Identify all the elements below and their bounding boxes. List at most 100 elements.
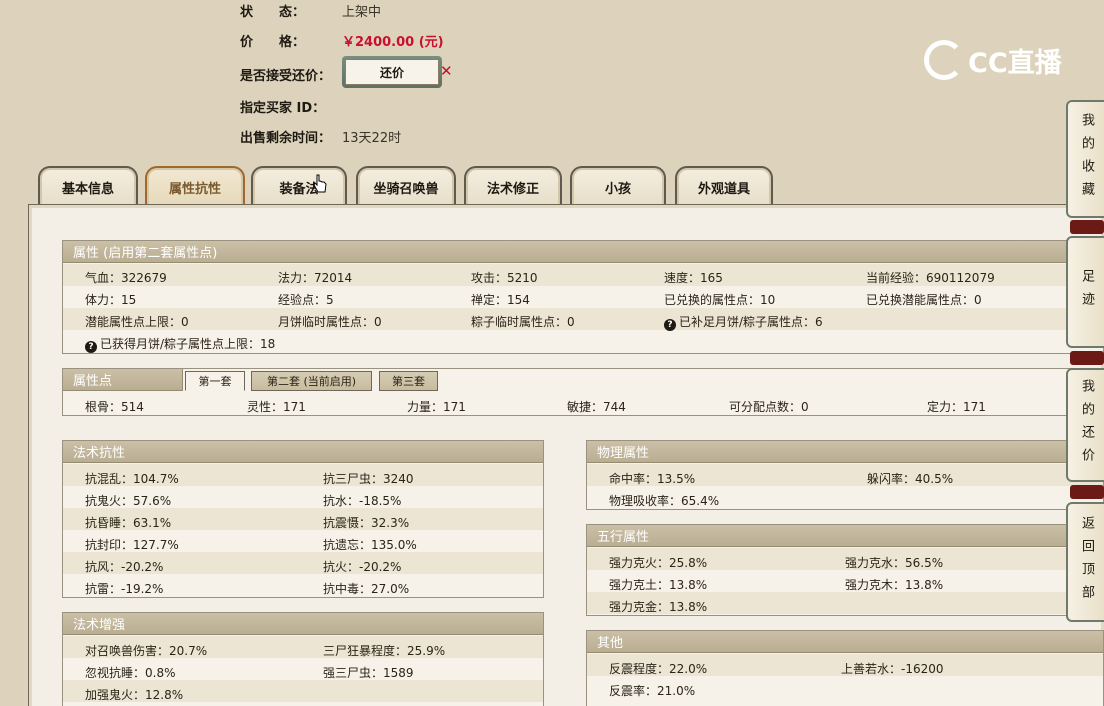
section-title: 五行属性 xyxy=(587,525,1103,547)
stat-stamina: 体力：15 xyxy=(85,293,137,307)
resist-cell: 抗混乱：104.7% xyxy=(85,472,179,486)
stat-potential-cap: 潜能属性点上限：0 xyxy=(85,315,189,329)
point-strength: 力量：171 xyxy=(407,400,466,414)
footprints-button[interactable]: 足迹 xyxy=(1066,236,1104,348)
question-icon[interactable]: ? xyxy=(85,341,97,353)
status-label: 状 态： xyxy=(240,5,306,20)
logo-text: CC直播 xyxy=(968,47,1062,79)
price-value: ￥2400.00 (元) xyxy=(342,35,444,50)
enhance-cell: 加强鬼火：12.8% xyxy=(85,688,184,702)
resist-cell: 抗雷：-19.2% xyxy=(85,582,164,596)
stat-attack: 攻击：5210 xyxy=(471,271,538,285)
my-bargains-button[interactable]: 我的还价 xyxy=(1066,368,1104,482)
stat-supplemented: ? 已补足月饼/粽子属性点：6 xyxy=(664,313,823,331)
tab-label: 外观道具 xyxy=(697,181,750,197)
element-cell: 强力克木：13.8% xyxy=(845,578,944,592)
physical-cell: 命中率：13.5% xyxy=(609,472,696,486)
back-to-top-button[interactable]: 返回顶部 xyxy=(1066,502,1104,622)
point-constitution: 根骨：514 xyxy=(85,400,144,414)
stat-speed: 速度：165 xyxy=(664,271,723,285)
stat-zen: 禅定：154 xyxy=(471,293,530,307)
accept-bargain-label: 是否接受还价： xyxy=(240,69,332,84)
stat-mp: 法力：72014 xyxy=(278,271,353,285)
tab-appearance-items[interactable]: 外观道具 xyxy=(675,166,773,206)
resist-cell: 抗三尸虫：3240 xyxy=(323,472,414,486)
price-label: 价 格： xyxy=(240,35,306,50)
bargain-button[interactable]: 还价 xyxy=(342,56,442,88)
resist-cell: 抗中毒：27.0% xyxy=(323,582,410,596)
subtab-set-1[interactable]: 第一套 xyxy=(185,371,245,391)
point-unassigned: 可分配点数：0 xyxy=(729,400,809,414)
status-value: 上架中 xyxy=(342,5,382,20)
point-agility: 敏捷：744 xyxy=(567,400,626,414)
tab-label: 坐骑召唤兽 xyxy=(373,181,439,197)
tab-attributes-resist[interactable]: 属性抗性 xyxy=(145,166,245,206)
stat-exp: 当前经验：690112079 xyxy=(866,271,995,285)
tab-children[interactable]: 小孩 xyxy=(570,166,666,206)
stat-exp-points: 经验点：5 xyxy=(278,293,334,307)
other-cell: 反震率：21.0% xyxy=(609,684,696,698)
close-icon[interactable]: ✕ xyxy=(440,62,453,80)
other-cell: 反震程度：22.0% xyxy=(609,662,708,676)
side-divider xyxy=(1070,220,1104,234)
section-title: 物理属性 xyxy=(587,441,1103,463)
tab-equipment[interactable]: 装备法 xyxy=(251,166,347,206)
physical-section: 物理属性 命中率：13.5% 躲闪率：40.5% 物理吸收率：65.4% xyxy=(586,440,1104,510)
other-cell: 上善若水：-16200 xyxy=(841,662,944,676)
tab-spell-correction[interactable]: 法术修正 xyxy=(464,166,562,206)
stat-hp: 气血：322679 xyxy=(85,271,167,285)
subtab-set-2[interactable]: 第二套 (当前启用) xyxy=(251,371,372,391)
hand-cursor-icon xyxy=(313,174,327,193)
remaining-time-label: 出售剩余时间： xyxy=(240,131,332,146)
section-title: 属性点 xyxy=(63,369,183,391)
attribute-points-section: 属性点 第一套 第二套 (当前启用) 第三套 根骨：514 灵性：171 力量：… xyxy=(62,368,1104,416)
resist-cell: 抗火：-20.2% xyxy=(323,560,402,574)
section-title: 属性 (启用第二套属性点) xyxy=(63,241,1103,263)
tab-label: 小孩 xyxy=(604,181,631,197)
physical-cell: 躲闪率：40.5% xyxy=(867,472,954,486)
side-divider xyxy=(1070,351,1104,365)
tab-basic-info[interactable]: 基本信息 xyxy=(38,166,138,206)
resist-cell: 抗震慑：32.3% xyxy=(323,516,410,530)
section-title: 其他 xyxy=(587,631,1103,653)
stat-redeemed-potential: 已兑换潜能属性点：0 xyxy=(866,293,982,307)
attributes-section: 属性 (启用第二套属性点) 气血：322679 法力：72014 攻击：5210… xyxy=(62,240,1104,354)
stat-redeemed-points: 已兑换的属性点：10 xyxy=(664,293,776,307)
bargain-button-label: 还价 xyxy=(345,59,439,85)
buyer-id-label: 指定买家 ID： xyxy=(240,101,326,116)
enhance-cell: 对召唤兽伤害：20.7% xyxy=(85,644,208,658)
question-icon[interactable]: ? xyxy=(664,319,676,331)
stat-obtained-cap: ? 已获得月饼/粽子属性点上限：18 xyxy=(85,335,275,353)
tab-mounts-pets[interactable]: 坐骑召唤兽 xyxy=(356,166,456,206)
resist-cell: 抗水：-18.5% xyxy=(323,494,402,508)
five-elements-section: 五行属性 强力克火：25.8% 强力克水：56.5% 强力克土：13.8% 强力… xyxy=(586,524,1104,616)
resist-cell: 抗遗忘：135.0% xyxy=(323,538,417,552)
cc-logo-icon xyxy=(924,40,964,80)
stat-zongzi-temp: 粽子临时属性点：0 xyxy=(471,315,575,329)
resist-cell: 抗封印：127.7% xyxy=(85,538,179,552)
subtab-set-3[interactable]: 第三套 xyxy=(379,371,438,391)
stat-supplemented-text: 已补足月饼/粽子属性点：6 xyxy=(679,315,823,329)
spell-enhance-section: 法术增强 对召唤兽伤害：20.7% 三尸狂暴程度：25.9% 忽视抗睡：0.8%… xyxy=(62,612,544,706)
element-cell: 强力克火：25.8% xyxy=(609,556,708,570)
tab-label: 属性抗性 xyxy=(168,181,221,197)
section-title: 法术增强 xyxy=(63,613,543,635)
element-cell: 强力克金：13.8% xyxy=(609,600,708,614)
stat-obtained-cap-text: 已获得月饼/粽子属性点上限：18 xyxy=(100,337,276,351)
tab-label: 基本信息 xyxy=(61,181,114,197)
remaining-time-value: 13天22时 xyxy=(342,131,402,146)
stat-mooncake-temp: 月饼临时属性点：0 xyxy=(278,315,382,329)
section-title: 法术抗性 xyxy=(63,441,543,463)
physical-cell: 物理吸收率：65.4% xyxy=(609,494,720,508)
other-section: 其他 反震程度：22.0% 上善若水：-16200 反震率：21.0% xyxy=(586,630,1104,706)
cc-live-logo: CC直播 xyxy=(924,40,1062,80)
element-cell: 强力克土：13.8% xyxy=(609,578,708,592)
tab-label: 法术修正 xyxy=(486,181,539,197)
resist-cell: 抗风：-20.2% xyxy=(85,560,164,574)
point-endurance: 定力：171 xyxy=(927,400,986,414)
enhance-cell: 忽视抗睡：0.8% xyxy=(85,666,176,680)
resist-cell: 抗昏睡：63.1% xyxy=(85,516,172,530)
resist-cell: 抗鬼火：57.6% xyxy=(85,494,172,508)
point-magic: 灵性：171 xyxy=(247,400,306,414)
my-favorites-button[interactable]: 我的收藏 xyxy=(1066,100,1104,218)
